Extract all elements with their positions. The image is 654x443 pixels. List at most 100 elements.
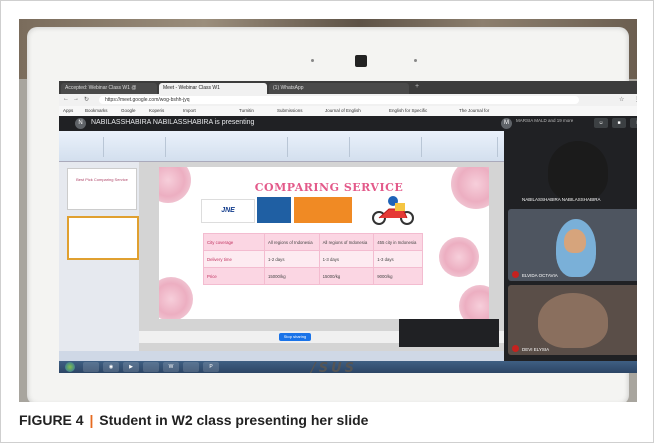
bookmark-item[interactable]: Import: [183, 108, 196, 113]
sensor-dot: [311, 59, 314, 62]
avatar: N: [75, 118, 86, 129]
menu-icon[interactable]: ⋮: [634, 96, 637, 103]
ribbon-group[interactable]: [423, 137, 498, 157]
floral-decoration: [451, 167, 489, 209]
ribbon-group[interactable]: [105, 137, 166, 157]
table-cell: All regions of Indonesia: [264, 233, 320, 251]
bookmark-item[interactable]: Submissions: [277, 108, 303, 113]
stop-sharing-button[interactable]: Stop sharing: [279, 333, 311, 341]
table-cell: 9000/kg: [373, 267, 423, 285]
bookmark-item[interactable]: English for Specific: [389, 108, 427, 113]
slide-canvas: COMPARING SERVICE JNE City coverage All …: [159, 167, 489, 319]
participant-video: [548, 141, 608, 201]
bookmark-item[interactable]: Turnitin: [239, 108, 254, 113]
figure-caption: FIGURE 4 | Student in W2 class presentin…: [19, 412, 637, 428]
star-icon[interactable]: ☆: [619, 96, 624, 103]
floral-decoration: [459, 285, 489, 319]
participant-name: DEVI ELYSIA: [522, 347, 550, 352]
slide-thumbnail-selected[interactable]: [67, 216, 139, 260]
table-cell: Delivery time: [203, 250, 265, 268]
participant-tile[interactable]: DEVI ELYSIA: [508, 285, 637, 355]
reload-icon[interactable]: ↻: [84, 96, 89, 103]
participant-name: ELVIDA OCTAVIA: [522, 273, 558, 278]
table-cell: City coverage: [203, 233, 265, 251]
participant-tile[interactable]: ELVIDA OCTAVIA: [508, 209, 637, 281]
participant-tile[interactable]: NABILASSHABIRA NABILASSHABIRA: [508, 135, 637, 205]
app-icon[interactable]: [183, 362, 199, 372]
browser-tab[interactable]: (1) WhatsApp: [269, 83, 409, 94]
thumbnail-title: Best Pick Comparing Service: [76, 177, 128, 182]
media-icon[interactable]: ▶: [123, 362, 139, 372]
courier-logo: [257, 197, 291, 223]
slide-title: COMPARING SERVICE: [254, 181, 404, 194]
bookmark-item[interactable]: Google: [121, 108, 136, 113]
participants-count[interactable]: MARSIA MALD and 19 more: [516, 118, 573, 123]
presenting-status: NABILASSHABIRA NABILASSHABIRA is present…: [91, 119, 255, 126]
shared-presentation: Best Pick Comparing Service COMPARING SE…: [59, 131, 504, 361]
mic-off-icon: [512, 345, 519, 352]
browser-tab-bar: Accepted: Webinar Class W1 @ Meet - Webi…: [59, 81, 637, 94]
table-row: Delivery time 1-2 days 1-3 days 1-3 days: [203, 250, 423, 268]
floral-decoration: [159, 277, 193, 319]
bookmark-item[interactable]: Bookmarks: [85, 108, 108, 113]
table-cell: 1-2 days: [264, 250, 320, 268]
participant-tiles: NABILASSHABIRA NABILASSHABIRA ELVIDA OCT…: [504, 131, 637, 361]
floral-decoration: [439, 237, 479, 277]
ribbon-group[interactable]: [289, 137, 350, 157]
forward-icon[interactable]: →: [73, 96, 79, 102]
caption-separator: |: [89, 412, 94, 428]
bookmark-item[interactable]: Koperis: [149, 108, 164, 113]
webcam-icon: [355, 55, 367, 67]
meet-presenter-bar: N NABILASSHABIRA NABILASSHABIRA is prese…: [59, 116, 637, 131]
start-icon[interactable]: [65, 362, 75, 372]
bookmark-item[interactable]: Apps: [63, 108, 73, 113]
laptop-brand-logo: /SUS: [311, 361, 358, 376]
table-cell: All regions of Indonesia: [318, 233, 375, 251]
mic-off-icon: [512, 271, 519, 278]
table-cell: 15000/kg: [318, 267, 375, 285]
table-row: Price 15000/kg 15000/kg 9000/kg: [203, 267, 423, 285]
table-cell: 1-3 days: [318, 250, 375, 268]
chat-icon[interactable]: ■: [612, 118, 626, 128]
slide-thumbnails: Best Pick Comparing Service: [59, 162, 139, 361]
scooter-icon: [372, 196, 414, 225]
comparison-table: City coverage All regions of Indonesia A…: [203, 233, 423, 285]
caption-text: Student in W2 class presenting her slide: [99, 412, 369, 428]
powerpoint-icon[interactable]: P: [203, 362, 219, 372]
chrome-icon[interactable]: ◉: [103, 362, 119, 372]
new-tab-icon[interactable]: +: [415, 83, 419, 90]
browser-tab[interactable]: Accepted: Webinar Class W1 @: [61, 83, 157, 94]
participant-name: NABILASSHABIRA NABILASSHABIRA: [522, 197, 601, 202]
bookmark-item[interactable]: The Journal for: [459, 108, 489, 113]
table-row: City coverage All regions of Indonesia A…: [203, 233, 423, 251]
sensor-dot: [414, 59, 417, 62]
table-cell: 1-3 days: [373, 250, 423, 268]
table-cell: 15000/kg: [264, 267, 320, 285]
courier-logo: [294, 197, 352, 223]
bookmark-item[interactable]: Journal of English: [325, 108, 361, 113]
word-icon[interactable]: W: [163, 362, 179, 372]
participant-video: [538, 293, 608, 348]
people-icon[interactable]: ☺: [594, 118, 608, 128]
slide-thumbnail[interactable]: Best Pick Comparing Service: [67, 168, 137, 210]
ribbon-group[interactable]: [351, 137, 422, 157]
explorer-icon[interactable]: [83, 362, 99, 372]
ribbon-group[interactable]: [167, 137, 288, 157]
ribbon-group[interactable]: [63, 137, 104, 157]
browser-tab-active[interactable]: Meet - Webinar Class W1: [159, 83, 267, 94]
table-cell: Price: [203, 267, 265, 285]
ppt-ribbon: [59, 131, 504, 162]
laptop-screen: Accepted: Webinar Class W1 @ Meet - Webi…: [59, 81, 637, 373]
sharing-toast: [399, 319, 499, 347]
floral-decoration: [159, 167, 191, 203]
figure: Accepted: Webinar Class W1 @ Meet - Webi…: [0, 0, 654, 443]
app-icon[interactable]: [143, 362, 159, 372]
participant-face: [564, 229, 586, 253]
jne-logo: JNE: [201, 199, 255, 223]
figure-label: FIGURE 4: [19, 412, 84, 428]
info-icon[interactable]: i: [630, 118, 637, 128]
address-bar: ← → ↻ https://meet.google.com/wog-bshh-j…: [59, 94, 637, 106]
back-icon[interactable]: ←: [63, 96, 69, 102]
table-cell: 455 city in Indonesia: [373, 233, 423, 251]
url-input[interactable]: https://meet.google.com/wog-bshh-jyq: [99, 96, 579, 104]
